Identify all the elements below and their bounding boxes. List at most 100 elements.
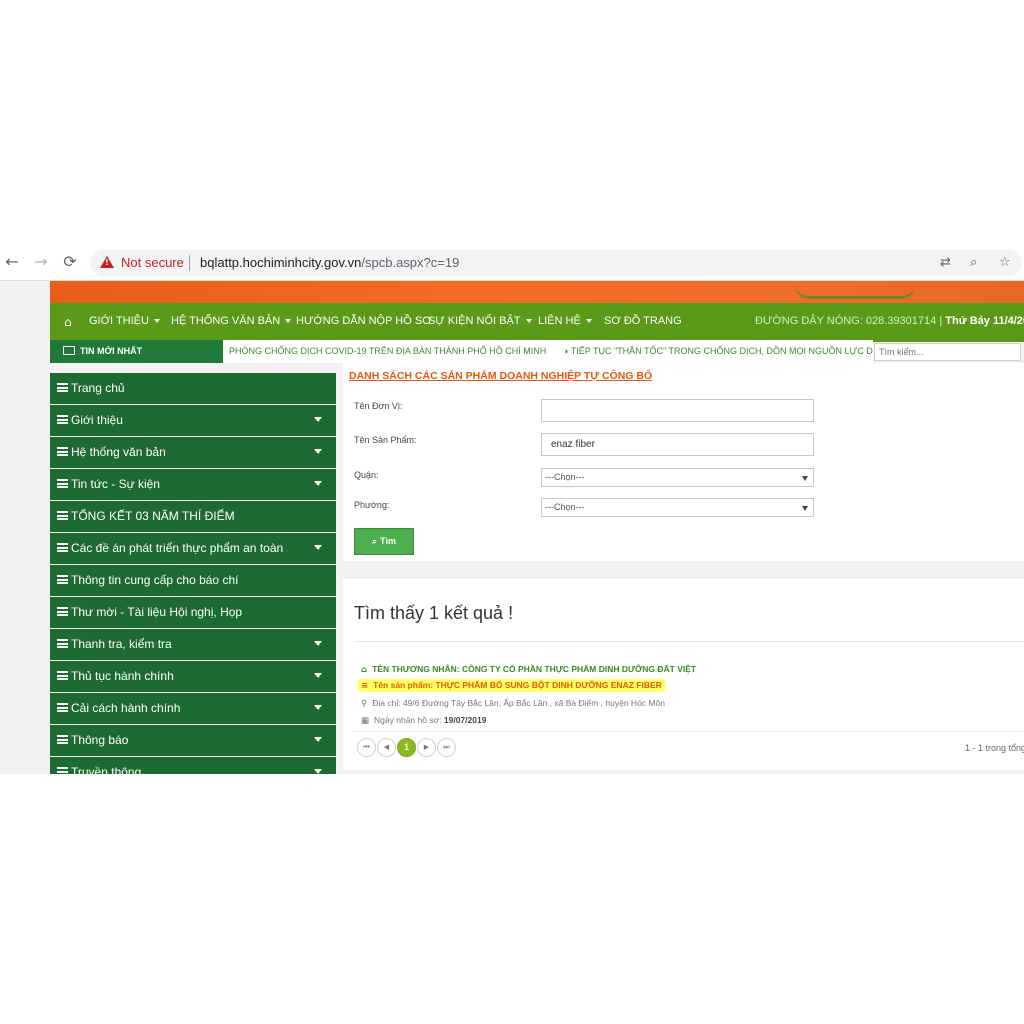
list-icon (57, 511, 68, 520)
sidebar-item-de-an[interactable]: Các đề án phát triển thực phẩm an toàn (50, 533, 336, 564)
nav-item-lien-he[interactable]: LIÊN HỆ (538, 315, 592, 327)
nav-item-label: HỆ THỐNG VĂN BẢN (171, 315, 281, 327)
translate-icon[interactable]: ⇄ (940, 255, 951, 270)
bookmark-star-icon[interactable]: ☆ (999, 255, 1011, 270)
caret-down-icon[interactable] (314, 417, 322, 422)
sidebar-item-thu-moi[interactable]: Thư mời - Tài liệu Hội nghị, Họp (50, 597, 336, 628)
chevron-down-icon (802, 506, 808, 511)
date-value: 19/07/2019 (443, 715, 487, 725)
page-1-button[interactable]: 1 (397, 738, 416, 757)
address-bar[interactable]: Not secure bqlattp.hochiminhcity.gov.vn/… (90, 250, 1022, 276)
sidebar-item-thong-tin-bao-chi[interactable]: Thông tin cung cấp cho báo chí (50, 565, 336, 596)
latest-news-label: TIN MỚI NHẤT (50, 340, 223, 363)
result-date: ▦ Ngày nhận hồ sơ: 19/07/2019 (361, 715, 486, 726)
zoom-icon[interactable]: ⌕ (970, 255, 977, 270)
nav-item-so-do-trang[interactable]: SƠ ĐỒ TRANG (604, 315, 682, 327)
district-select[interactable]: ---Chọn--- (541, 468, 814, 487)
caret-down-icon[interactable] (314, 449, 322, 454)
screenshot-frame: ← → ⟳ Not secure bqlattp.hochiminhcity.g… (0, 243, 1024, 774)
caret-down-icon[interactable] (314, 737, 322, 742)
url-text[interactable]: bqlattp.hochiminhcity.gov.vn/spcb.aspx?c… (200, 255, 459, 270)
product-name-input[interactable] (541, 433, 814, 456)
nav-item-he-thong-van-ban[interactable]: HỆ THỐNG VĂN BẢN (171, 315, 292, 327)
url-path: /spcb.aspx?c=19 (361, 255, 460, 270)
nav-item-label: LIÊN HỆ (538, 315, 581, 327)
list-icon (57, 479, 68, 488)
current-date: Thứ Bảy 11/4/202 (945, 315, 1024, 327)
list-icon (57, 543, 68, 552)
list-icon (57, 671, 68, 680)
results-panel: Tìm thấy 1 kết quả ! ⌂ TÊN THƯƠNG NHÂN: C… (343, 577, 1024, 770)
next-page-icon[interactable]: ▶ (417, 738, 436, 757)
url-host: bqlattp.hochiminhcity.gov.vn (200, 255, 362, 270)
nav-item-su-kien-noi-bat[interactable]: SỰ KIỆN NỔI BẬT (428, 315, 532, 327)
caret-down-icon[interactable] (314, 545, 322, 550)
date-label: Ngày nhận hồ sơ: (374, 715, 442, 725)
address-text: Địa chỉ: 49/6 Đường Tây Bắc Lân, Ấp Bắc … (372, 698, 665, 708)
ticker-item[interactable]: PHÒNG CHỐNG DỊCH COVID-19 TRÊN ĐỊA BÀN T… (229, 346, 546, 356)
caret-down-icon[interactable] (314, 481, 322, 486)
home-icon: ⌂ (361, 665, 368, 675)
sidebar-item-tin-tuc-su-kien[interactable]: Tin tức - Sự kiện (50, 469, 336, 500)
ticker-item[interactable]: ◑ TIẾP TỤC "THẦN TỐC" TRONG CHỐNG DỊCH, … (563, 346, 873, 356)
site-search-input[interactable] (874, 343, 1021, 361)
sidebar-item-truyen-thong[interactable]: Truyền thông (50, 757, 336, 774)
sidebar-item-cai-cach[interactable]: Cải cách hành chính (50, 693, 336, 724)
back-icon[interactable]: ← (3, 253, 21, 271)
nav-item-label: SƠ ĐỒ TRANG (604, 315, 682, 327)
sidebar-item-label: Hệ thống văn bản (71, 445, 166, 459)
caret-down-icon[interactable] (314, 769, 322, 774)
hotline-text: ĐƯỜNG DÂY NÓNG: 028.39301714 | Thứ Bảy 1… (755, 315, 1024, 327)
nav-item-gioi-thieu[interactable]: GIỚI THIỆU (89, 315, 160, 327)
sidebar-item-trang-chu[interactable]: Trang chủ (50, 373, 336, 404)
news-icon (63, 346, 75, 355)
sidebar-item-tong-ket[interactable]: TỔNG KẾT 03 NĂM THÍ ĐIỂM (50, 501, 336, 532)
security-label[interactable]: Not secure (121, 255, 184, 270)
list-icon (57, 575, 68, 584)
top-navigation: ⌂ GIỚI THIỆU HỆ THỐNG VĂN BẢN HƯỚNG DẪN … (50, 303, 1024, 342)
list-icon (57, 767, 68, 774)
ward-selected-value: ---Chọn--- (545, 502, 585, 512)
caret-down-icon (585, 319, 592, 324)
nav-item-label: SỰ KIỆN NỔI BẬT (428, 315, 521, 327)
result-product[interactable]: ≡ Tên sản phẩm: THỰC PHẨM BỔ SUNG BỘT DIN… (358, 679, 665, 692)
ward-select[interactable]: ---Chọn--- (541, 498, 814, 517)
nav-item-huong-dan-nop-ho-so[interactable]: HƯỚNG DẪN NỘP HỒ SƠ (296, 315, 432, 327)
result-company[interactable]: ⌂ TÊN THƯƠNG NHÂN: CÔNG TY CỔ PHẦN THỰC P… (361, 664, 696, 675)
unit-label: Tên Đơn Vị: (354, 401, 403, 411)
nav-item-label: HƯỚNG DẪN NỘP HỒ SƠ (296, 315, 432, 327)
sidebar-item-thong-bao[interactable]: Thông báo (50, 725, 336, 756)
list-icon: ≡ (361, 681, 369, 691)
sidebar-menu: Trang chủ Giới thiệu Hệ thống văn bản Ti… (50, 373, 336, 774)
caret-down-icon[interactable] (314, 641, 322, 646)
warning-icon (100, 256, 114, 268)
prev-page-icon[interactable]: ◀ (377, 738, 396, 757)
caret-down-icon (285, 319, 292, 324)
sidebar-item-label: Giới thiệu (71, 413, 123, 427)
nav-item-label: GIỚI THIỆU (89, 315, 149, 327)
unit-name-input[interactable] (541, 399, 814, 422)
home-icon[interactable]: ⌂ (64, 315, 72, 329)
product-name: Tên sản phẩm: THỰC PHẨM BỔ SUNG BỘT DINH… (373, 680, 662, 690)
forward-icon[interactable]: → (32, 253, 50, 271)
address-divider (189, 255, 190, 271)
list-icon (57, 607, 68, 616)
sidebar-item-label: Thông báo (71, 733, 129, 747)
product-label: Tên Sản Phẩm: (354, 435, 417, 445)
hotline-label: ĐƯỜNG DÂY NÓNG: 028.39301714 | (755, 315, 943, 327)
caret-down-icon[interactable] (314, 673, 322, 678)
sidebar-item-thu-tuc[interactable]: Thủ tục hành chính (50, 661, 336, 692)
sidebar-item-label: Thư mời - Tài liệu Hội nghị, Họp (71, 605, 243, 619)
company-name: TÊN THƯƠNG NHÂN: CÔNG TY CỔ PHẦN THỰC PH… (372, 664, 697, 674)
search-button[interactable]: ⌕ Tìm (354, 528, 414, 555)
sidebar-item-thanh-tra[interactable]: Thanh tra, kiểm tra (50, 629, 336, 660)
last-page-icon[interactable]: ⏭ (437, 738, 456, 757)
first-page-icon[interactable]: ⏮ (357, 738, 376, 757)
reload-icon[interactable]: ⟳ (61, 253, 79, 271)
browser-toolbar: ← → ⟳ Not secure bqlattp.hochiminhcity.g… (0, 243, 1024, 281)
sidebar-item-label: Thanh tra, kiểm tra (71, 637, 172, 651)
sidebar-item-gioi-thieu[interactable]: Giới thiệu (50, 405, 336, 436)
sidebar-item-label: Các đề án phát triển thực phẩm an toàn (71, 541, 284, 555)
caret-down-icon[interactable] (314, 705, 322, 710)
sidebar-item-he-thong-van-ban[interactable]: Hệ thống văn bản (50, 437, 336, 468)
